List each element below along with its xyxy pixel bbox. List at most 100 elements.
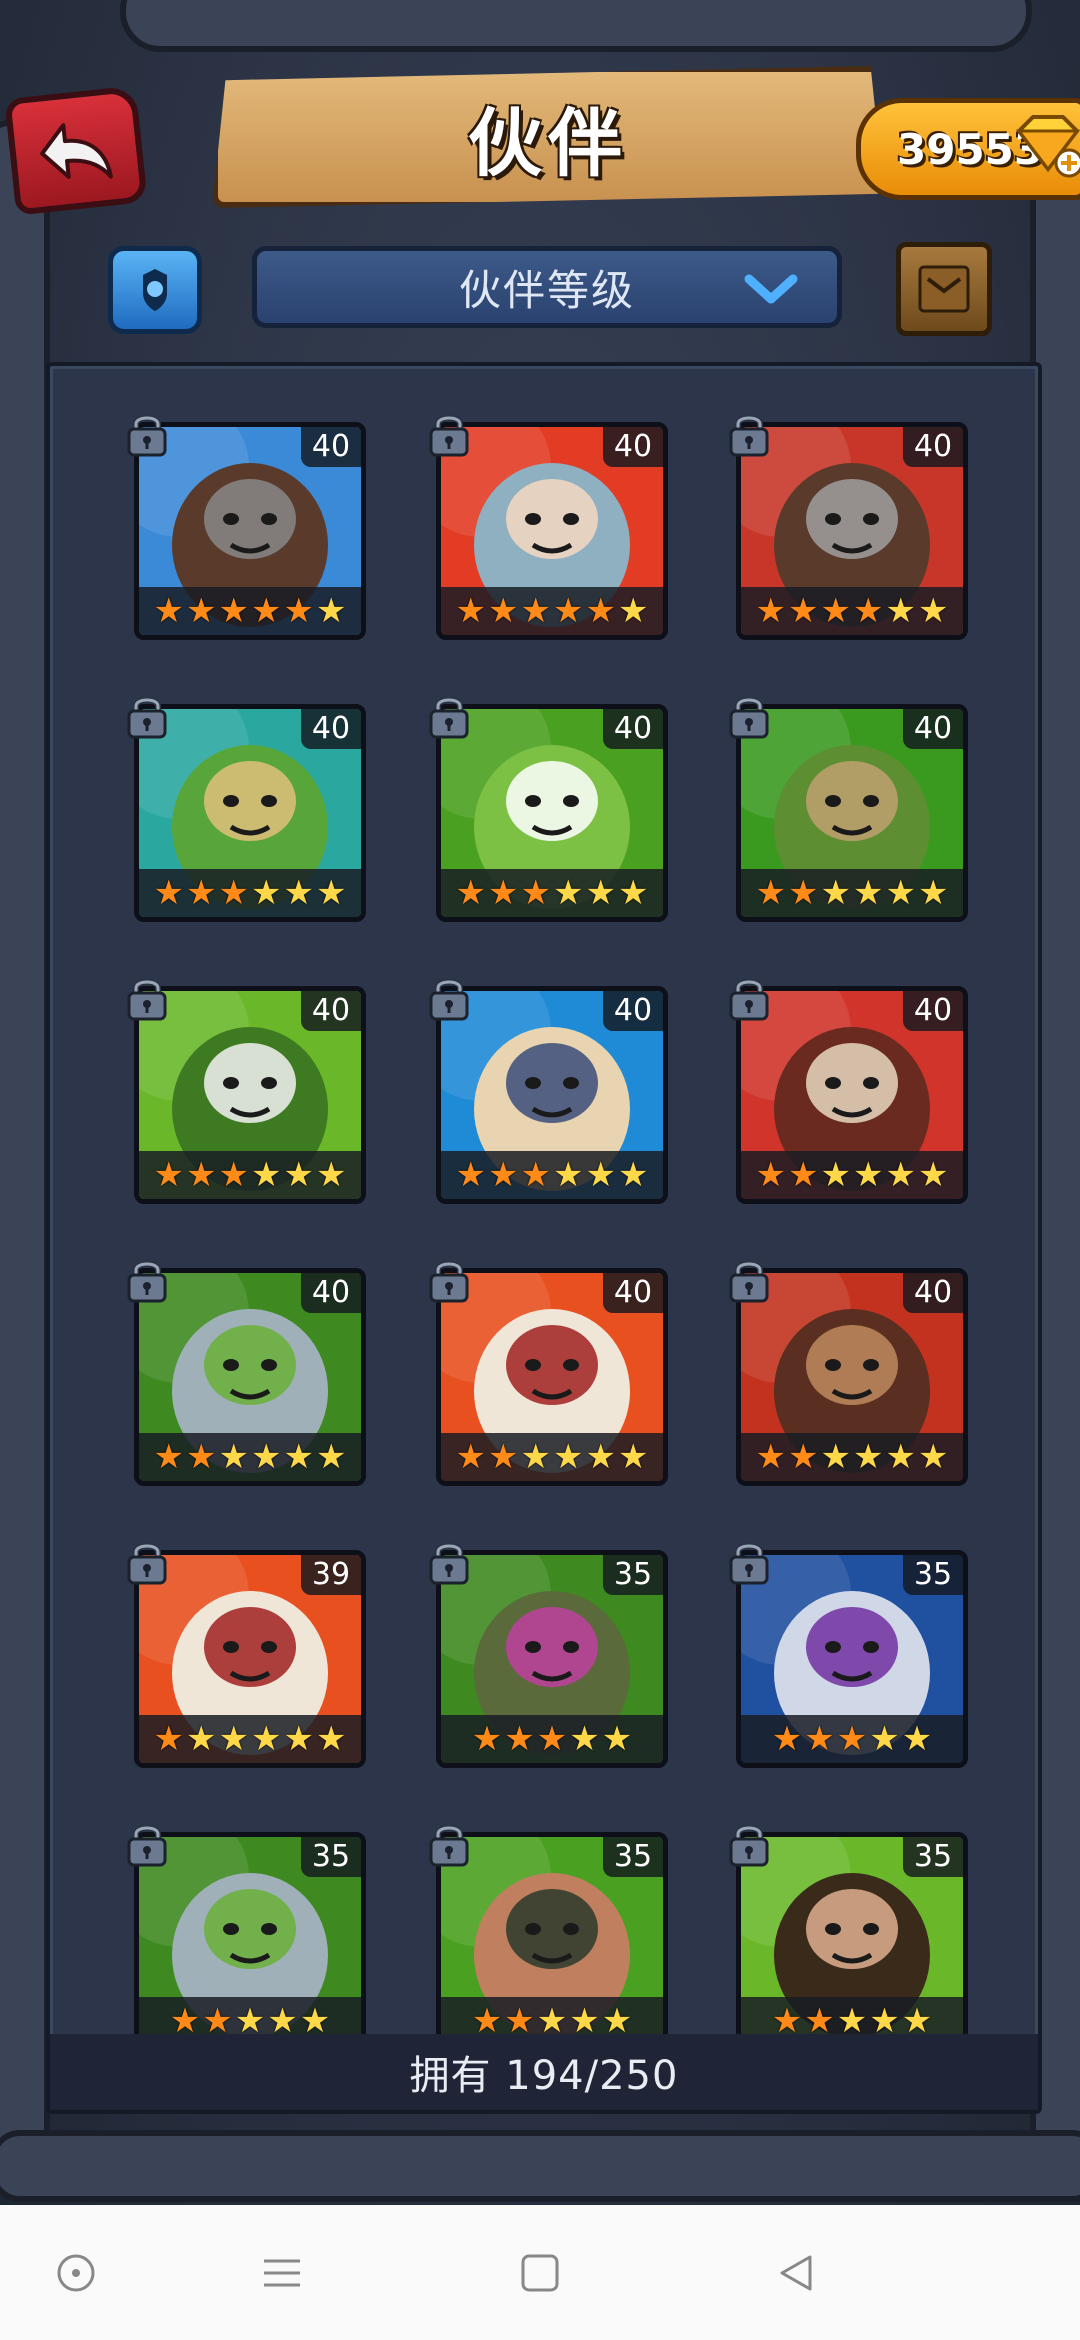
owned-count-text: 拥有 194/250 [409, 2053, 679, 2099]
star-icon: ★ [536, 2001, 568, 2034]
star-icon: ★ [455, 1437, 487, 1477]
star-icon: ★ [488, 591, 519, 631]
lock-icon[interactable] [726, 410, 772, 458]
lock-icon[interactable] [124, 974, 170, 1022]
star-icon: ★ [471, 1719, 503, 1759]
book-button[interactable] [896, 242, 992, 336]
partner-level: 40 [903, 709, 963, 749]
partner-level: 40 [603, 991, 663, 1031]
lock-icon[interactable] [726, 692, 772, 740]
star-icon: ★ [455, 873, 487, 913]
back-button[interactable] [4, 85, 148, 216]
star-icon: ★ [153, 591, 185, 631]
star-icon: ★ [520, 591, 551, 631]
star-icon: ★ [885, 1155, 916, 1195]
star-icon: ★ [169, 2001, 201, 2034]
menu-icon [264, 2259, 300, 2287]
nav-menu-button[interactable] [252, 2243, 312, 2303]
star-icon: ★ [553, 1437, 584, 1477]
star-icon: ★ [553, 873, 584, 913]
star-icon: ★ [755, 1437, 787, 1477]
star-icon: ★ [299, 2001, 331, 2034]
page-title: 伙伴 [468, 100, 628, 187]
partner-level: 40 [301, 709, 361, 749]
partner-level: 40 [903, 991, 963, 1031]
lock-icon[interactable] [726, 1820, 772, 1868]
star-icon: ★ [488, 873, 519, 913]
star-icon: ★ [520, 1437, 551, 1477]
owned-count-bar: 拥有 194/250 [50, 2034, 1038, 2110]
star-icon: ★ [820, 1155, 851, 1195]
lock-icon[interactable] [726, 1256, 772, 1304]
lock-icon[interactable] [426, 1538, 472, 1586]
star-icon: ★ [153, 873, 185, 913]
gem-plus-icon[interactable] [1011, 109, 1080, 179]
star-icon: ★ [455, 1155, 487, 1195]
star-icon: ★ [315, 591, 347, 631]
partner-stars: ★ ★ ★ ★ ★ ★ [441, 587, 663, 635]
filter-icon [143, 269, 167, 311]
partner-stars: ★ ★ ★ ★ ★ ★ [441, 1151, 663, 1199]
lock-icon[interactable] [426, 1256, 472, 1304]
star-icon: ★ [901, 1719, 933, 1759]
game-screen: 伙伴 39553 伙伴等级 40 ★ ★ ★ ★ ★ ★ 40 ★ ★ ★ ★ ★ ★ 40 ★ ★ ★ ★ ★ ★ 40… [0, 0, 1080, 2205]
nav-back-button[interactable] [766, 2243, 826, 2303]
partner-stars: ★ ★ ★ ★ ★ ★ [139, 1151, 361, 1199]
star-icon: ★ [755, 591, 787, 631]
partner-grid: 40 ★ ★ ★ ★ ★ ★ 40 ★ ★ ★ ★ ★ ★ 40 ★ ★ ★ ★ ★ ★ 40 ★ ★ ★ ★ ★ ★ 40 ★ ★ ★ ★ ★ ★… [50, 366, 1038, 2034]
partner-level: 40 [301, 991, 361, 1031]
star-icon: ★ [853, 1155, 884, 1195]
star-icon: ★ [553, 591, 584, 631]
partner-level: 40 [301, 1273, 361, 1313]
star-icon: ★ [251, 873, 282, 913]
star-icon: ★ [283, 1155, 314, 1195]
title-banner: 伙伴 [212, 66, 884, 208]
star-icon: ★ [186, 1437, 217, 1477]
filter-button[interactable] [108, 246, 202, 334]
star-icon: ★ [917, 1155, 949, 1195]
lock-icon[interactable] [426, 974, 472, 1022]
currency-display[interactable]: 39553 [856, 98, 1080, 200]
circle-dot-icon [57, 2254, 95, 2292]
star-icon: ★ [585, 1155, 616, 1195]
lock-icon[interactable] [124, 692, 170, 740]
star-icon: ★ [788, 591, 819, 631]
partner-stars: ★ ★ ★ ★ ★ ★ [741, 587, 963, 635]
nav-home-button[interactable] [46, 2243, 106, 2303]
lock-icon[interactable] [124, 1538, 170, 1586]
star-icon: ★ [885, 591, 916, 631]
lock-icon[interactable] [124, 410, 170, 458]
partner-stars: ★ ★ ★ ★ ★ ★ [441, 1433, 663, 1481]
partner-level: 35 [903, 1555, 963, 1595]
star-icon: ★ [755, 873, 787, 913]
star-icon: ★ [471, 2001, 503, 2034]
star-icon: ★ [917, 1437, 949, 1477]
lock-icon[interactable] [726, 1538, 772, 1586]
star-icon: ★ [585, 873, 616, 913]
lock-icon[interactable] [426, 692, 472, 740]
sort-dropdown[interactable]: 伙伴等级 [252, 246, 842, 328]
lock-icon[interactable] [426, 1820, 472, 1868]
nav-recents-button[interactable] [510, 2243, 570, 2303]
partner-stars: ★ ★ ★ ★ ★ ★ [741, 1151, 963, 1199]
star-icon: ★ [202, 2001, 233, 2034]
star-icon: ★ [153, 1719, 185, 1759]
star-icon: ★ [853, 591, 884, 631]
star-icon: ★ [283, 1437, 314, 1477]
star-icon: ★ [251, 591, 282, 631]
star-icon: ★ [601, 1719, 633, 1759]
star-icon: ★ [788, 1155, 819, 1195]
star-icon: ★ [853, 873, 884, 913]
star-icon: ★ [569, 2001, 600, 2034]
lock-icon[interactable] [124, 1256, 170, 1304]
lock-icon[interactable] [426, 410, 472, 458]
star-icon: ★ [869, 1719, 900, 1759]
partner-level: 39 [301, 1555, 361, 1595]
star-icon: ★ [917, 591, 949, 631]
partner-panel: 40 ★ ★ ★ ★ ★ ★ 40 ★ ★ ★ ★ ★ ★ 40 ★ ★ ★ ★ ★ ★ 40 ★ ★ ★ ★ ★ ★ 40 ★ ★ ★ ★ ★ ★… [46, 362, 1042, 2114]
partner-stars: ★ ★ ★ ★ ★ [441, 1997, 663, 2034]
partner-level: 40 [603, 1273, 663, 1313]
star-icon: ★ [251, 1155, 282, 1195]
lock-icon[interactable] [124, 1820, 170, 1868]
lock-icon[interactable] [726, 974, 772, 1022]
